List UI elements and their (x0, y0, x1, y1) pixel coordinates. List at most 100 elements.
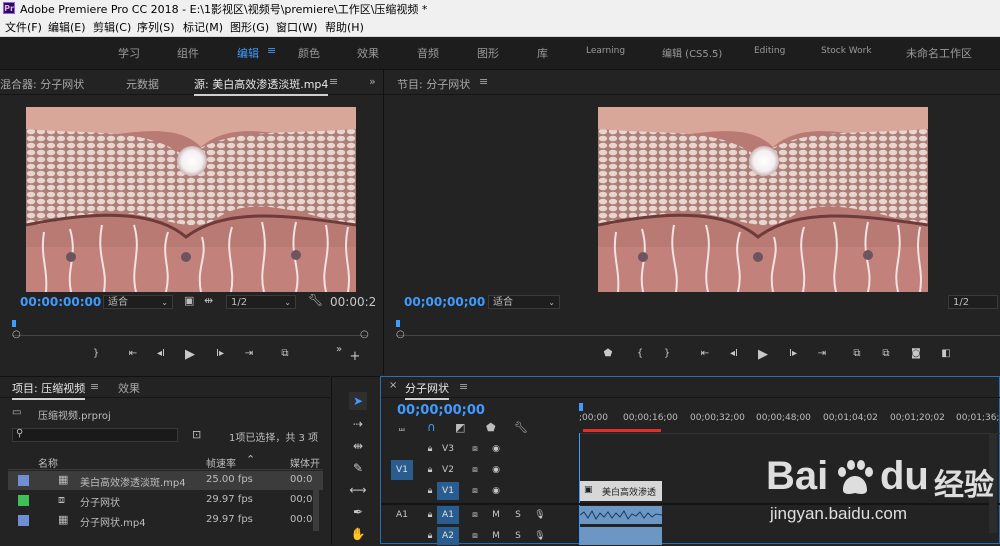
extract-icon[interactable]: ⧉ (878, 348, 894, 359)
timeline-ruler[interactable]: ;00;00 00;00;16;00 00;00;32;00 00;00;48;… (579, 403, 1000, 434)
tab-project[interactable]: 项目: 压缩视频 (12, 380, 86, 400)
track-label-v2[interactable]: V2 (437, 461, 459, 479)
mute-button[interactable]: M (485, 527, 507, 545)
column-name[interactable]: 名称 (38, 455, 58, 470)
project-item-row[interactable]: ▦ 分子网状.mp4 29.97 fps 00:0 (8, 511, 323, 530)
track-label-a2[interactable]: A2 (437, 527, 459, 545)
workspace-color[interactable]: 颜色 (298, 45, 320, 61)
sync-lock-icon[interactable]: ⧈ (464, 527, 486, 545)
project-panel-menu-icon[interactable]: ≡ (90, 380, 99, 393)
tab-metadata[interactable]: 元数据 (126, 76, 159, 92)
project-search-input[interactable]: ⚲ (12, 428, 178, 442)
step-back-icon[interactable]: ◂I (726, 348, 742, 359)
program-video-frame[interactable] (598, 107, 928, 292)
scrollbar-end-handle[interactable]: ○ (360, 329, 369, 340)
step-back-icon[interactable]: ◂I (153, 348, 169, 359)
source-timecode[interactable]: 00:00:00:00 (20, 295, 101, 309)
column-frame-rate[interactable]: 帧速率 (206, 455, 236, 470)
menu-file[interactable]: 文件(F) (5, 19, 42, 35)
linked-selection-icon[interactable]: ◩ (455, 421, 465, 434)
mark-out-icon[interactable]: } (88, 348, 104, 359)
eye-icon[interactable]: ◉ (485, 482, 507, 500)
close-tab-icon[interactable]: × (389, 380, 397, 391)
sync-lock-icon[interactable]: ⧈ (464, 440, 486, 458)
menu-help[interactable]: 帮助(H) (325, 19, 364, 35)
source-resolution-dropdown[interactable]: 1/2 ⌄ (226, 295, 296, 309)
wrench-icon[interactable]: 🔧︎ (308, 293, 323, 307)
source-scrollbar-track[interactable] (12, 335, 367, 336)
nest-insert-icon[interactable]: ⧢ (399, 421, 405, 435)
workspace-audio[interactable]: 音频 (417, 45, 439, 61)
ripple-edit-tool-icon[interactable]: ⇹ (349, 437, 367, 455)
add-marker-icon[interactable]: ⬟ (600, 348, 616, 359)
menu-clip[interactable]: 剪辑(C) (93, 19, 131, 35)
mark-out-icon[interactable]: } (659, 348, 675, 359)
program-timecode[interactable]: 00;00;00;00 (404, 295, 485, 309)
workspace-menu-icon[interactable]: ≡ (267, 44, 276, 57)
column-media-start[interactable]: 媒体开 (290, 455, 320, 470)
go-to-out-icon[interactable]: ⇥ (241, 348, 257, 359)
sort-ascending-icon[interactable]: ⌃ (246, 453, 255, 466)
audio-clip[interactable] (580, 527, 662, 545)
lift-icon[interactable]: ⧉ (849, 348, 865, 359)
video-clip[interactable]: ▣ 美白高效渗透 (580, 481, 662, 501)
workspace-libraries[interactable]: 库 (537, 45, 548, 61)
timeline-timecode[interactable]: 00;00;00;00 (397, 403, 485, 418)
menu-edit[interactable]: 编辑(E) (48, 19, 86, 35)
tab-effects[interactable]: 效果 (118, 380, 140, 396)
source-patch-a1[interactable]: A1 (391, 506, 413, 524)
label-color-swatch[interactable] (18, 495, 29, 506)
more-controls-icon[interactable]: » (331, 344, 347, 355)
track-label-v3[interactable]: V3 (437, 440, 459, 458)
sync-lock-icon[interactable]: ⧈ (464, 461, 486, 479)
sync-lock-icon[interactable]: ⧈ (464, 506, 486, 524)
panel-menu-icon[interactable]: ≡ (329, 75, 338, 88)
source-video-frame[interactable] (26, 107, 356, 292)
wrench-icon[interactable]: 🔧︎ (514, 421, 528, 434)
settings-small-icon[interactable]: ▣ (184, 294, 194, 307)
microphone-icon[interactable]: 🎙︎ (529, 506, 551, 524)
tab-audio-mixer[interactable]: 混合器: 分子网状 (0, 76, 84, 92)
track-label-a1[interactable]: A1 (437, 506, 459, 524)
project-item-row[interactable]: ▦ 美白高效渗透淡斑.mp4 25.00 fps 00:0 (8, 471, 323, 490)
eye-icon[interactable]: ◉ (485, 440, 507, 458)
timeline-panel-menu-icon[interactable]: ≡ (459, 380, 468, 393)
workspace-effects[interactable]: 效果 (357, 45, 379, 61)
tab-sequence[interactable]: 分子网状 (405, 380, 449, 400)
scrollbar-start-handle[interactable]: ○ (12, 329, 21, 340)
workspace-learn[interactable]: 学习 (118, 45, 140, 61)
tab-program[interactable]: 节目: 分子网状 (397, 76, 470, 92)
snap-magnet-icon[interactable]: ∩ (427, 420, 436, 434)
add-marker-icon[interactable]: ⬟ (486, 421, 496, 434)
workspace-assembly[interactable]: 组件 (177, 45, 199, 61)
workspace-editing[interactable]: 编辑 (237, 45, 259, 61)
program-panel-menu-icon[interactable]: ≡ (479, 75, 488, 88)
razor-tool-icon[interactable]: ✎ (349, 459, 367, 477)
go-to-in-icon[interactable]: ⇤ (697, 348, 713, 359)
mute-button[interactable]: M (485, 506, 507, 524)
selection-tool-icon[interactable]: ➤ (349, 392, 367, 410)
play-icon[interactable]: ▶ (755, 347, 771, 362)
source-ruler[interactable] (12, 320, 372, 328)
camera-export-frame-icon[interactable]: ◙ (908, 348, 924, 359)
track-select-tool-icon[interactable]: ⇢ (349, 415, 367, 433)
program-zoom-dropdown[interactable]: 适合 ⌄ (488, 295, 560, 309)
workspace-learning-en[interactable]: Learning (586, 46, 625, 56)
workspace-untitled[interactable]: 未命名工作区 (906, 45, 972, 61)
program-resolution-dropdown[interactable]: 1/2 (948, 295, 998, 309)
workspace-editing-cs55[interactable]: 编辑 (CS5.5) (662, 45, 722, 60)
menu-marker[interactable]: 标记(M) (183, 19, 223, 35)
insert-edit-icon[interactable]: ⇹ (204, 294, 213, 307)
step-forward-icon[interactable]: I▸ (785, 348, 801, 359)
workspace-stock-work[interactable]: Stock Work (821, 46, 872, 56)
program-ruler[interactable] (396, 320, 996, 328)
audio-clip[interactable] (579, 506, 663, 524)
label-color-swatch[interactable] (18, 475, 29, 486)
play-icon[interactable]: ▶ (182, 347, 198, 362)
hand-tool-icon[interactable]: ✋ (349, 525, 367, 543)
menu-graphics[interactable]: 图形(G) (230, 19, 269, 35)
source-playhead[interactable] (12, 320, 16, 327)
workspace-graphics[interactable]: 图形 (477, 45, 499, 61)
go-to-in-icon[interactable]: ⇤ (125, 348, 141, 359)
pen-tool-icon[interactable]: ✒ (349, 503, 367, 521)
